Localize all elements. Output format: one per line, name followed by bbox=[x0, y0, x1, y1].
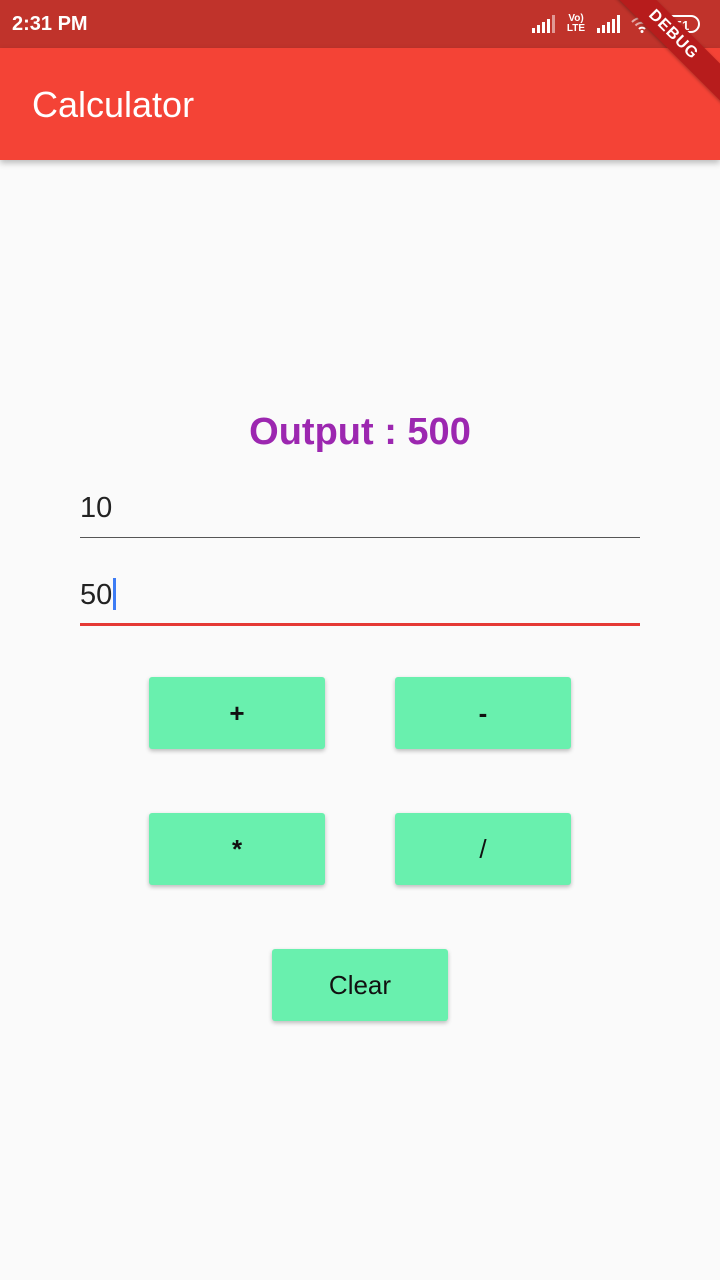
volte-label: Vo) LTE bbox=[566, 13, 586, 34]
add-button[interactable]: + bbox=[149, 677, 325, 749]
clear-button[interactable]: Clear bbox=[272, 949, 448, 1021]
signal-icon bbox=[532, 15, 555, 33]
first-number-input[interactable]: 10 bbox=[80, 478, 640, 538]
signal-icon-2 bbox=[597, 15, 620, 33]
second-number-value: 50 bbox=[80, 579, 113, 611]
second-input-underline bbox=[80, 623, 640, 626]
text-cursor bbox=[113, 578, 117, 610]
first-input-underline bbox=[80, 537, 640, 538]
app-bar: Calculator bbox=[0, 48, 720, 160]
page-title: Calculator bbox=[32, 84, 195, 125]
divide-button[interactable]: / bbox=[395, 813, 571, 885]
second-number-input[interactable]: 50 bbox=[80, 565, 640, 626]
subtract-button[interactable]: - bbox=[395, 677, 571, 749]
status-time: 2:31 PM bbox=[12, 13, 88, 35]
first-number-value: 10 bbox=[80, 492, 113, 524]
status-bar: 2:31 PM Vo) LTE 51 bbox=[0, 0, 720, 48]
output-label: Output : 500 bbox=[249, 411, 471, 453]
multiply-button[interactable]: * bbox=[149, 813, 325, 885]
